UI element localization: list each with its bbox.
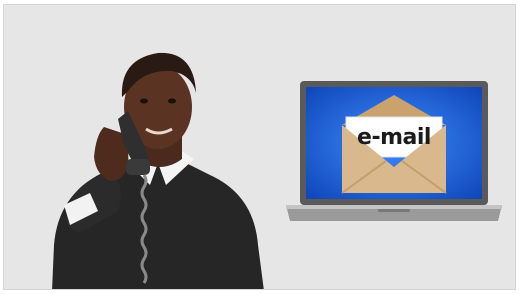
person-on-phone-photo	[52, 52, 264, 289]
right-eye	[168, 98, 176, 104]
laptop-icon	[286, 81, 502, 221]
illustration-frame: e-mail	[3, 4, 516, 290]
left-eye	[140, 98, 148, 104]
